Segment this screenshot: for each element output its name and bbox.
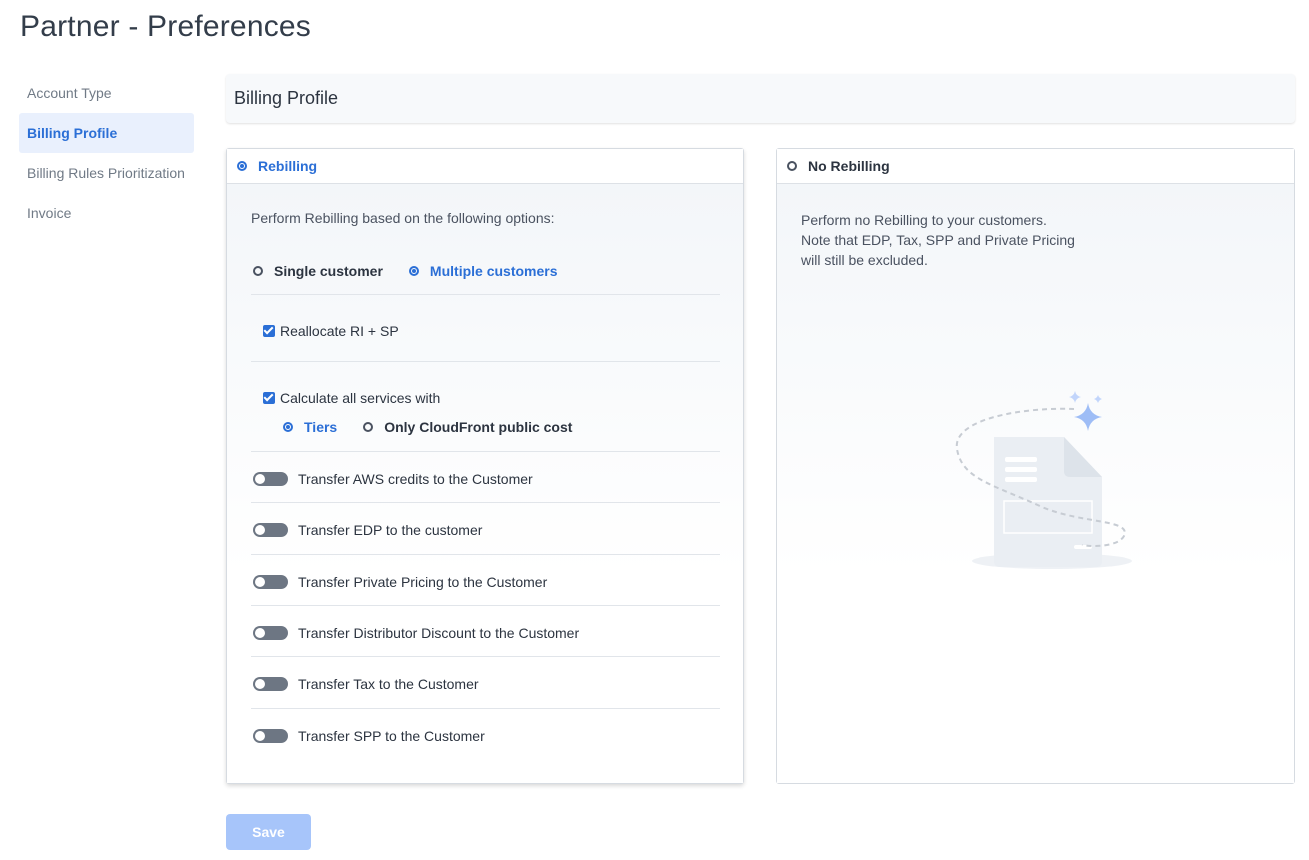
calculate-label: Calculate all services with xyxy=(280,390,441,406)
divider xyxy=(251,502,720,503)
edp-label: Transfer EDP to the customer xyxy=(298,522,483,538)
rebilling-card: Rebilling Perform Rebilling based on the… xyxy=(226,148,744,784)
distributor-discount-toggle[interactable] xyxy=(253,626,288,640)
private-pricing-toggle[interactable] xyxy=(253,575,288,589)
multiple-customers-radio[interactable] xyxy=(408,266,419,276)
no-rebilling-radio[interactable] xyxy=(787,161,797,171)
calculate-option[interactable]: Calculate all services with xyxy=(263,390,440,406)
section-title: Billing Profile xyxy=(234,88,339,108)
no-rebilling-line: Note that EDP, Tax, SPP and Private Pric… xyxy=(801,232,1075,248)
aws-credits-label: Transfer AWS credits to the Customer xyxy=(298,471,533,487)
no-rebilling-option[interactable]: No Rebilling xyxy=(777,149,1294,184)
single-customer-radio[interactable] xyxy=(253,266,263,276)
cloudfront-label: Only CloudFront public cost xyxy=(384,419,573,435)
toggle-row-tax: Transfer Tax to the Customer xyxy=(253,676,479,692)
section-header: Billing Profile xyxy=(226,74,1295,123)
divider xyxy=(251,554,720,555)
cloudfront-radio[interactable] xyxy=(363,422,374,432)
reallocate-checkbox[interactable] xyxy=(263,325,275,337)
save-button[interactable]: Save xyxy=(226,814,311,850)
no-rebilling-line: Perform no Rebilling to your customers. xyxy=(801,212,1047,228)
private-pricing-label: Transfer Private Pricing to the Customer xyxy=(298,574,548,590)
no-rebilling-card: No Rebilling Perform no Rebilling to you… xyxy=(776,148,1295,784)
toggle-row-edp: Transfer EDP to the customer xyxy=(253,522,482,538)
rebilling-intro: Perform Rebilling based on the following… xyxy=(251,210,555,226)
toggle-row-spp: Transfer SPP to the Customer xyxy=(253,728,485,744)
cloudfront-option[interactable]: Only CloudFront public cost xyxy=(363,419,572,435)
sidebar-item-billing-rules-prioritization[interactable]: Billing Rules Prioritization xyxy=(19,153,194,193)
tax-label: Transfer Tax to the Customer xyxy=(298,676,479,692)
single-customer-label: Single customer xyxy=(274,263,383,279)
rebilling-radio[interactable] xyxy=(237,161,247,171)
rebilling-label: Rebilling xyxy=(258,158,318,174)
document-sparkle-icon xyxy=(955,391,1132,569)
toggle-row-aws-credits: Transfer AWS credits to the Customer xyxy=(253,471,533,487)
sidebar-item-billing-profile[interactable]: Billing Profile xyxy=(19,113,194,153)
rebilling-body: Perform Rebilling based on the following… xyxy=(227,184,743,783)
preferences-sidebar: Account Type Billing Profile Billing Rul… xyxy=(19,73,194,233)
divider xyxy=(251,656,720,657)
no-rebilling-body: Perform no Rebilling to your customers. … xyxy=(777,184,1294,783)
no-rebilling-description: Perform no Rebilling to your customers. … xyxy=(801,210,1075,270)
aws-credits-toggle[interactable] xyxy=(253,472,288,486)
multiple-customers-label: Multiple customers xyxy=(429,263,558,279)
calculate-checkbox[interactable] xyxy=(263,392,275,404)
tiers-label: Tiers xyxy=(304,419,338,435)
reallocate-option[interactable]: Reallocate RI + SP xyxy=(263,323,399,339)
reallocate-label: Reallocate RI + SP xyxy=(280,323,399,339)
customer-options: Single customer Multiple customers xyxy=(253,263,584,279)
sidebar-item-account-type[interactable]: Account Type xyxy=(19,73,194,113)
spp-toggle[interactable] xyxy=(253,729,288,743)
divider xyxy=(251,294,720,295)
toggle-row-private-pricing: Transfer Private Pricing to the Customer xyxy=(253,574,547,590)
divider xyxy=(251,451,720,452)
distributor-discount-label: Transfer Distributor Discount to the Cus… xyxy=(298,625,580,641)
sidebar-item-invoice[interactable]: Invoice xyxy=(19,193,194,233)
divider xyxy=(251,708,720,709)
multiple-customers-option[interactable]: Multiple customers xyxy=(408,263,558,279)
no-rebilling-line: will still be excluded. xyxy=(801,252,928,268)
divider xyxy=(251,605,720,606)
spp-label: Transfer SPP to the Customer xyxy=(298,728,485,744)
single-customer-option[interactable]: Single customer xyxy=(253,263,383,279)
rebilling-option[interactable]: Rebilling xyxy=(227,149,743,184)
toggle-row-distributor-discount: Transfer Distributor Discount to the Cus… xyxy=(253,625,579,641)
divider xyxy=(251,361,720,362)
no-rebilling-label: No Rebilling xyxy=(808,158,890,174)
edp-toggle[interactable] xyxy=(253,523,288,537)
tax-toggle[interactable] xyxy=(253,677,288,691)
page-title: Partner - Preferences xyxy=(20,10,311,43)
calc-options: Tiers Only CloudFront public cost xyxy=(283,419,598,435)
tiers-option[interactable]: Tiers xyxy=(283,419,337,435)
tiers-radio[interactable] xyxy=(283,422,293,432)
